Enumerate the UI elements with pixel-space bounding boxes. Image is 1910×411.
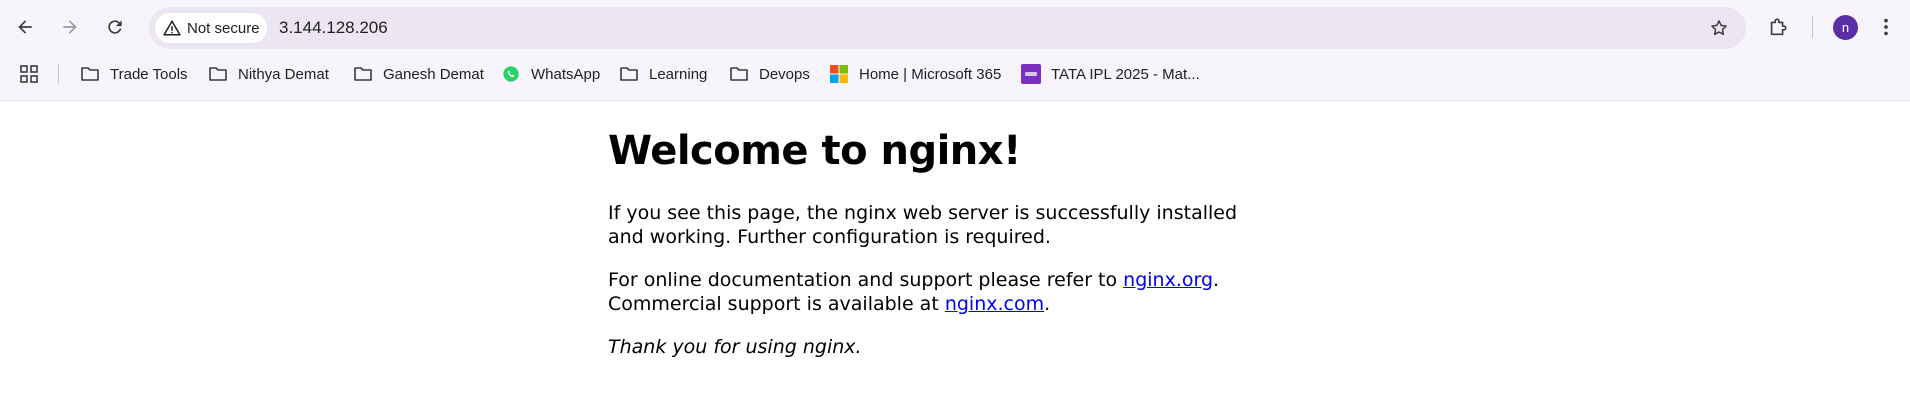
toolbar-divider: [1812, 16, 1813, 38]
puzzle-icon: [1770, 18, 1787, 36]
commercial-period: .: [1044, 293, 1051, 315]
bookmark-whatsapp[interactable]: WhatsApp: [501, 58, 600, 90]
warning-icon: [163, 20, 181, 36]
url-text[interactable]: 3.144.128.206: [279, 7, 388, 49]
folder-icon: [619, 64, 639, 84]
arrow-left-icon: [18, 20, 32, 34]
kebab-menu-icon: [1884, 18, 1888, 36]
star-icon: [1711, 20, 1727, 36]
dream11-icon: [1021, 64, 1041, 84]
bookmark-label: Devops: [759, 65, 810, 83]
bookmark-label: WhatsApp: [531, 65, 601, 83]
reload-button[interactable]: [98, 10, 132, 44]
bookmark-learning[interactable]: Learning: [619, 58, 707, 90]
bookmark-label: Nithya Demat: [238, 65, 329, 83]
profile-avatar[interactable]: n: [1833, 15, 1858, 40]
nginx-com-link[interactable]: nginx.com: [945, 293, 1044, 315]
intro-paragraph: If you see this page, the nginx web serv…: [608, 202, 1238, 248]
bookmark-label: Ganesh Demat: [383, 65, 484, 83]
forward-button[interactable]: [53, 10, 87, 44]
thank-you-text: Thank you for using nginx.: [608, 336, 862, 358]
menu-button[interactable]: [1874, 12, 1898, 42]
page-content: Welcome to nginx! If you see this page, …: [608, 100, 1248, 359]
security-label: Not secure: [187, 19, 260, 37]
bookmark-label: Learning: [649, 65, 708, 83]
microsoft-icon: [829, 64, 849, 84]
bookmarks-divider: [58, 64, 59, 84]
nginx-org-link[interactable]: nginx.org: [1123, 269, 1213, 291]
page-title: Welcome to nginx!: [608, 128, 1021, 174]
commercial-text: Commercial support is available at: [608, 293, 945, 315]
folder-icon: [353, 64, 373, 84]
apps-grid-icon: [20, 65, 38, 83]
back-button[interactable]: [8, 10, 42, 44]
apps-button[interactable]: [18, 63, 40, 85]
bookmark-ganesh-demat[interactable]: Ganesh Demat: [353, 58, 484, 90]
bookmark-nithya-demat[interactable]: Nithya Demat: [208, 58, 329, 90]
docs-text: For online documentation and support ple…: [608, 269, 1124, 291]
bookmark-devops[interactable]: Devops: [729, 58, 810, 90]
bookmark-label: Home | Microsoft 365: [859, 65, 1002, 83]
extensions-button[interactable]: [1763, 12, 1793, 42]
address-bar[interactable]: Not secure 3.144.128.206: [149, 7, 1746, 49]
whatsapp-icon: [501, 64, 521, 84]
arrow-right-icon: [63, 20, 77, 34]
bookmark-star-button[interactable]: [1706, 15, 1732, 41]
security-chip[interactable]: Not secure: [155, 13, 267, 43]
bookmark-label: TATA IPL 2025 - Mat...: [1051, 65, 1200, 83]
docs-period: .: [1213, 269, 1220, 291]
docs-paragraph: For online documentation and support ple…: [608, 268, 1248, 316]
folder-icon: [208, 64, 228, 84]
bookmark-trade-tools[interactable]: Trade Tools: [80, 58, 188, 90]
bookmark-label: Trade Tools: [110, 65, 188, 83]
bookmarks-bar: Trade Tools Nithya Demat Ganesh Demat Wh…: [0, 58, 1910, 90]
folder-icon: [80, 64, 100, 84]
bookmark-tata-ipl[interactable]: TATA IPL 2025 - Mat...: [1021, 58, 1200, 90]
browser-chrome: Not secure 3.144.128.206 n Trade Tools N…: [0, 0, 1910, 101]
folder-icon: [729, 64, 749, 84]
bookmark-microsoft-365[interactable]: Home | Microsoft 365: [829, 58, 1001, 90]
reload-icon: [108, 20, 122, 34]
